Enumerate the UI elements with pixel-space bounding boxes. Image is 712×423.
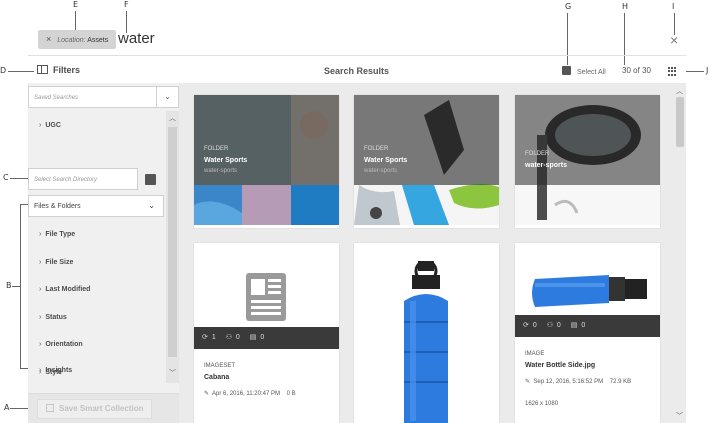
callout-line bbox=[10, 178, 28, 179]
card-type: FOLDER bbox=[364, 146, 389, 152]
facet-orientation[interactable]: › Orientation bbox=[39, 341, 83, 348]
search-input[interactable]: water bbox=[118, 30, 155, 47]
remove-tag-icon[interactable]: × bbox=[46, 34, 51, 44]
callout-e: E bbox=[73, 0, 79, 9]
folder-card[interactable]: FOLDER Water Sports water-sports bbox=[354, 95, 499, 228]
checkbox-icon[interactable] bbox=[145, 174, 156, 185]
chevron-down-icon[interactable]: ⌄ bbox=[156, 87, 178, 107]
filter-panel: Saved Searches ⌄ › UGC Select Search Dire… bbox=[28, 83, 179, 423]
save-smart-collection-button[interactable]: Save Smart Collection bbox=[37, 399, 153, 419]
scroll-thumb[interactable] bbox=[168, 127, 177, 357]
toolbar: Filters Search Results Select All 30 of … bbox=[28, 61, 686, 83]
result-count: 30 of 30 bbox=[622, 66, 651, 75]
pencil-icon: ✎ bbox=[204, 391, 210, 397]
callout-d: D bbox=[0, 66, 7, 75]
filters-label: Filters bbox=[53, 65, 81, 75]
files-folders-select[interactable]: Files & Folders ⌄ bbox=[28, 195, 164, 217]
callout-line bbox=[686, 71, 704, 72]
callout-line bbox=[12, 286, 20, 287]
comment-icon: ▤ bbox=[249, 334, 257, 341]
card-details: ✎ Apr 6, 2016, 11:20:47 PM 0 B bbox=[204, 391, 296, 397]
card-title: Water Sports bbox=[364, 157, 408, 164]
panel-footer: Save Smart Collection bbox=[28, 393, 179, 423]
card-details: ✎ Sep 12, 2016, 5:16:52 PM 72.9 KB bbox=[525, 379, 632, 385]
card-dimensions: 1626 x 1080 bbox=[525, 401, 559, 407]
results-grid: FOLDER Water Sports water-sports FOLDER … bbox=[179, 83, 673, 423]
chevron-down-icon: ﹀ bbox=[676, 413, 683, 420]
card-stats: ⟳ 0 ⚇ 0 ▤ 0 bbox=[515, 315, 660, 337]
callout-f: F bbox=[124, 0, 129, 9]
card-path: water-sports bbox=[204, 168, 238, 174]
facet-ugc[interactable]: › UGC bbox=[39, 122, 61, 129]
facet-insights[interactable]: › Insights bbox=[39, 367, 72, 374]
saved-searches-select[interactable]: Saved Searches ⌄ bbox=[28, 86, 179, 108]
bottle-side-image bbox=[532, 275, 647, 307]
callout-j: J bbox=[706, 66, 709, 75]
card-stats: ⟳ 1 ⚇ 0 ▤ 0 bbox=[194, 327, 339, 349]
callout-h: H bbox=[622, 2, 629, 11]
card-title: water-sports bbox=[525, 162, 568, 169]
tag-key: Location: bbox=[57, 37, 86, 44]
refresh-icon: ⟳ bbox=[202, 334, 208, 341]
callout-c: C bbox=[3, 173, 9, 182]
facet-file-size[interactable]: › File Size bbox=[39, 259, 73, 266]
results-scrollbar[interactable]: ︿ ﹀ bbox=[673, 83, 686, 423]
card-title: Water Bottle Side.jpg bbox=[525, 362, 596, 369]
pencil-icon: ✎ bbox=[525, 379, 531, 385]
filters-toggle[interactable]: Filters bbox=[37, 65, 80, 75]
people-icon: ⚇ bbox=[225, 334, 232, 341]
callout-i: I bbox=[672, 2, 675, 11]
image-card[interactable]: ⟳ 0 ⚇ 0 ▤ 0 IMAGE Water Bottle Side.jpg … bbox=[515, 243, 660, 423]
location-tag[interactable]: × Location: Assets bbox=[38, 30, 117, 49]
search-directory-input[interactable]: Select Search Directory bbox=[28, 168, 138, 190]
chevron-up-icon: ︿ bbox=[169, 115, 176, 122]
callout-g: G bbox=[565, 2, 572, 11]
chevron-up-icon: ︿ bbox=[676, 88, 683, 95]
asset-card[interactable] bbox=[354, 243, 499, 423]
filter-list: › UGC Select Search Directory Files & Fol… bbox=[28, 111, 166, 383]
collection-icon bbox=[46, 404, 54, 412]
card-type: FOLDER bbox=[525, 151, 550, 157]
chevron-down-icon: ﹀ bbox=[169, 370, 176, 377]
callout-a: A bbox=[4, 403, 10, 412]
chevron-down-icon: ⌄ bbox=[148, 201, 155, 210]
bottle-image bbox=[404, 261, 448, 423]
page-title: Search Results bbox=[324, 66, 390, 76]
checkbox-icon bbox=[562, 66, 571, 75]
callout-b: B bbox=[6, 281, 12, 290]
scroll-thumb[interactable] bbox=[676, 97, 684, 147]
card-title: Water Sports bbox=[204, 157, 248, 164]
refresh-icon: ⟳ bbox=[523, 322, 529, 329]
callout-line bbox=[20, 204, 21, 369]
card-view-icon[interactable] bbox=[668, 67, 677, 76]
search-bar: × Location: Assets water × bbox=[28, 24, 686, 56]
rail-icon bbox=[37, 65, 48, 74]
card-path: water-sports bbox=[364, 168, 398, 174]
facet-file-type[interactable]: › File Type bbox=[39, 231, 75, 238]
imageset-icon bbox=[246, 273, 286, 321]
search-directory: Select Search Directory bbox=[28, 168, 166, 190]
facet-last-modified[interactable]: › Last Modified bbox=[39, 286, 90, 293]
folder-card[interactable]: FOLDER water-sports bbox=[515, 95, 660, 228]
card-type: IMAGESET bbox=[204, 363, 236, 369]
close-search-icon[interactable]: × bbox=[670, 32, 678, 48]
saved-searches-placeholder: Saved Searches bbox=[34, 95, 79, 101]
imageset-card[interactable]: ⟳ 1 ⚇ 0 ▤ 0 IMAGESET Cabana ✎ Apr 6, 201… bbox=[194, 243, 339, 423]
select-all-label: Select All bbox=[577, 69, 606, 76]
card-type: FOLDER bbox=[204, 146, 229, 152]
select-all-button[interactable]: Select All bbox=[562, 66, 606, 76]
people-icon: ⚇ bbox=[546, 322, 553, 329]
facet-status[interactable]: › Status bbox=[39, 314, 67, 321]
folder-card[interactable]: FOLDER Water Sports water-sports bbox=[194, 95, 339, 228]
filter-scrollbar[interactable]: ︿ ﹀ bbox=[166, 111, 179, 383]
card-title: Cabana bbox=[204, 374, 230, 381]
card-type: IMAGE bbox=[525, 351, 545, 357]
tag-value: Assets bbox=[87, 37, 109, 44]
comment-icon: ▤ bbox=[570, 322, 578, 329]
